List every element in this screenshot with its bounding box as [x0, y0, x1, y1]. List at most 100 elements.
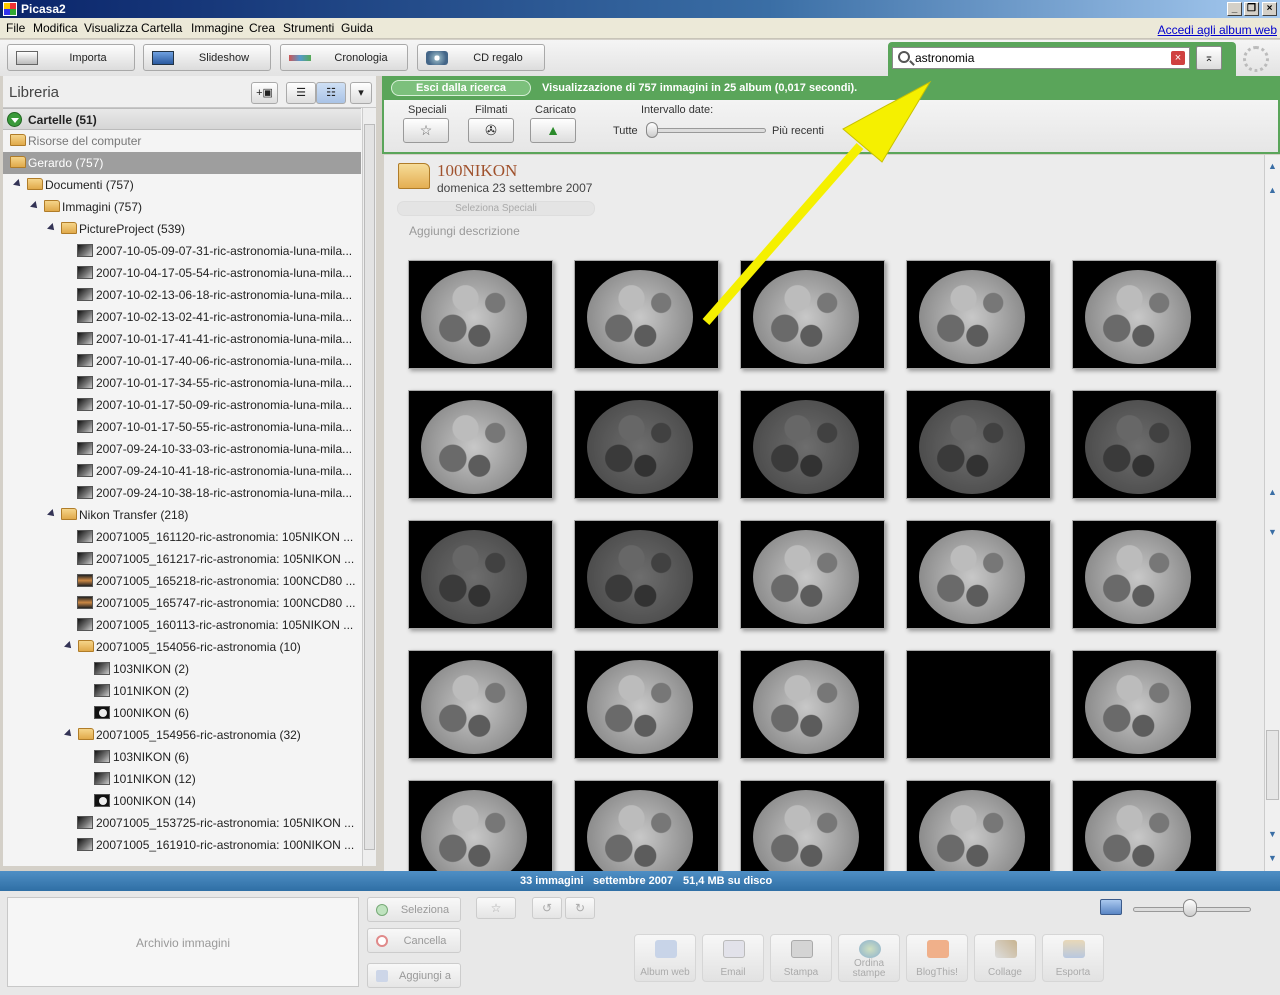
tree-item-album[interactable]: 2007-10-05-09-07-31-ric-astronomia-luna-… [3, 240, 361, 262]
tree-item-folder-154956[interactable]: 20071005_154956-ric-astronomia (32) [3, 724, 361, 746]
photo-thumbnail[interactable] [906, 780, 1051, 871]
photo-thumbnail[interactable] [740, 520, 885, 629]
web-albums-link[interactable]: Accedi agli album web [1158, 23, 1277, 37]
rotate-right-button[interactable]: ↻ [565, 897, 595, 919]
print-button[interactable]: Stampa [770, 934, 832, 982]
photo-thumbnail[interactable] [1072, 650, 1217, 759]
menu-modifica[interactable]: Modifica [33, 21, 78, 35]
tray-star-button[interactable]: ☆ [476, 897, 516, 919]
tree-item-album[interactable]: 100NIKON (14) [3, 790, 361, 812]
expand-arrow-icon[interactable] [64, 641, 74, 651]
tree-item-album[interactable]: 20071005_161217-ric-astronomia: 105NIKON… [3, 548, 361, 570]
search-field[interactable]: × [892, 47, 1190, 69]
minimize-button[interactable]: _ [1227, 2, 1242, 16]
expand-arrow-icon[interactable] [47, 509, 57, 519]
expand-arrow-icon[interactable] [47, 223, 57, 233]
tree-item-pictureproject[interactable]: PictureProject (539) [3, 218, 361, 240]
scroll-page-down-icon[interactable]: ▼ [1267, 827, 1278, 841]
menu-immagine[interactable]: Immagine [191, 21, 244, 35]
tree-item-album[interactable]: 103NIKON (6) [3, 746, 361, 768]
tray-clear-button[interactable]: Cancella [367, 928, 461, 953]
thumbnail-size-slider-handle[interactable] [1183, 899, 1197, 917]
tree-item-computer[interactable]: Risorse del computer [3, 130, 361, 152]
photo-thumbnail[interactable] [906, 520, 1051, 629]
slideshow-button[interactable]: Slideshow [143, 44, 271, 71]
add-description-field[interactable]: Aggiungi descrizione [409, 224, 520, 238]
album-scrollbar-thumb[interactable] [1266, 730, 1279, 800]
photo-thumbnail[interactable] [408, 780, 553, 871]
scroll-page-up-icon[interactable]: ▲ [1267, 183, 1278, 197]
tree-item-album[interactable]: 101NIKON (12) [3, 768, 361, 790]
tray-select-button[interactable]: Seleziona [367, 897, 461, 922]
photo-thumbnail[interactable] [1072, 260, 1217, 369]
photo-thumbnail[interactable] [574, 650, 719, 759]
gift-cd-button[interactable]: CD regalo [417, 44, 545, 71]
web-album-button[interactable]: Album web [634, 934, 696, 982]
collage-button[interactable]: Collage [974, 934, 1036, 982]
album-scrollbar[interactable]: ▲ ▲ ▲ ▼ ▼ ▼ [1264, 155, 1280, 871]
timeline-button[interactable]: Cronologia [280, 44, 408, 71]
tree-item-album[interactable]: 20071005_153725-ric-astronomia: 105NIKON… [3, 812, 361, 834]
search-input[interactable] [915, 50, 1155, 66]
scroll-down-small-icon[interactable]: ▼ [1267, 525, 1278, 539]
blogthis-button[interactable]: BlogThis! [906, 934, 968, 982]
tree-item-album[interactable]: 2007-10-02-13-02-41-ric-astronomia-luna-… [3, 306, 361, 328]
uploaded-filter-button[interactable]: ▲ [530, 118, 576, 143]
clear-search-icon[interactable]: × [1171, 51, 1185, 65]
photo-thumbnail[interactable] [574, 260, 719, 369]
flat-view-button[interactable]: ☰ [286, 82, 316, 104]
tree-item-album[interactable]: 2007-10-01-17-50-09-ric-astronomia-luna-… [3, 394, 361, 416]
photo-thumbnail[interactable] [408, 260, 553, 369]
tree-item-album[interactable]: 101NIKON (2) [3, 680, 361, 702]
starred-filter-button[interactable]: ☆ [403, 118, 449, 143]
photo-thumbnail[interactable] [906, 260, 1051, 369]
photo-thumbnail[interactable] [906, 390, 1051, 499]
tree-item-album[interactable]: 2007-09-24-10-41-18-ric-astronomia-luna-… [3, 460, 361, 482]
tree-item-album[interactable]: 2007-10-01-17-50-55-ric-astronomia-luna-… [3, 416, 361, 438]
menu-visualizza[interactable]: Visualizza [84, 21, 138, 35]
menu-strumenti[interactable]: Strumenti [283, 21, 334, 35]
select-starred-button[interactable]: Seleziona Speciali [397, 201, 595, 216]
tree-item-folder-154056[interactable]: 20071005_154056-ric-astronomia (10) [3, 636, 361, 658]
tree-item-album[interactable]: 2007-10-02-13-06-18-ric-astronomia-luna-… [3, 284, 361, 306]
photo-thumbnail[interactable] [574, 520, 719, 629]
rotate-left-button[interactable]: ↺ [532, 897, 562, 919]
menu-file[interactable]: File [6, 21, 25, 35]
collapse-search-button[interactable]: ⌅ [1196, 46, 1222, 70]
tree-section-folders[interactable]: Cartelle (51) [3, 108, 361, 130]
scroll-up-small-icon[interactable]: ▲ [1267, 485, 1278, 499]
email-button[interactable]: Email [702, 934, 764, 982]
scroll-up-icon[interactable]: ▲ [1267, 159, 1278, 173]
tray-add-to-button[interactable]: Aggiungi a [367, 963, 461, 988]
photo-thumbnail[interactable] [740, 390, 885, 499]
date-range-slider-handle[interactable] [646, 122, 658, 138]
collapse-toggle-icon[interactable] [7, 112, 22, 127]
photo-thumbnail[interactable] [408, 520, 553, 629]
photo-thumbnail[interactable] [408, 390, 553, 499]
export-button[interactable]: Esporta [1042, 934, 1104, 982]
photo-thumbnail[interactable] [574, 780, 719, 871]
expand-arrow-icon[interactable] [64, 729, 74, 739]
menu-cartella[interactable]: Cartella [141, 21, 182, 35]
photo-thumbnail[interactable] [1072, 780, 1217, 871]
tree-item-album[interactable]: 100NIKON (6) [3, 702, 361, 724]
menu-guida[interactable]: Guida [341, 21, 373, 35]
library-scrollbar[interactable] [362, 108, 376, 866]
tree-item-album[interactable]: 20071005_165218-ric-astronomia: 100NCD80… [3, 570, 361, 592]
tree-item-immagini[interactable]: Immagini (757) [3, 196, 361, 218]
tree-item-album[interactable]: 20071005_161120-ric-astronomia: 105NIKON… [3, 526, 361, 548]
library-scrollbar-thumb[interactable] [364, 124, 375, 850]
tree-item-album[interactable]: 2007-09-24-10-33-03-ric-astronomia-luna-… [3, 438, 361, 460]
photo-thumbnail[interactable] [740, 260, 885, 369]
library-menu-button[interactable]: ▾ [350, 82, 372, 104]
tree-item-gerardo[interactable]: Gerardo (757) [3, 152, 361, 174]
order-prints-button[interactable]: Ordina stampe [838, 934, 900, 982]
movies-filter-button[interactable]: ✇ [468, 118, 514, 143]
exit-search-button[interactable]: Esci dalla ricerca [391, 80, 531, 96]
photo-thumbnail[interactable] [1072, 520, 1217, 629]
tree-item-album[interactable]: 20071005_161910-ric-astronomia: 100NIKON… [3, 834, 361, 856]
tree-item-album[interactable]: 2007-09-24-10-38-18-ric-astronomia-luna-… [3, 482, 361, 504]
tree-item-album[interactable]: 103NIKON (2) [3, 658, 361, 680]
import-button[interactable]: Importa [7, 44, 135, 71]
photo-thumbnail[interactable] [408, 650, 553, 759]
